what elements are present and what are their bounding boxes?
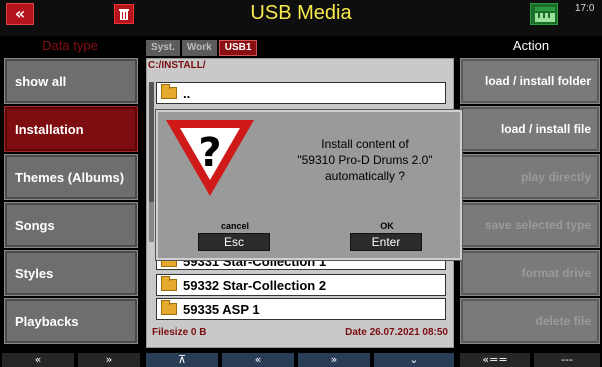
list-item-label: .. — [183, 85, 191, 101]
keyboard-icon — [530, 3, 558, 25]
list-item-label: 59332 Star-Collection 2 — [183, 277, 327, 293]
scroll-top-button[interactable]: ⊼ — [146, 353, 218, 367]
data-type-show-all[interactable]: show all — [4, 58, 138, 104]
warning-icon: ? — [166, 120, 254, 196]
list-item[interactable]: 59332 Star-Collection 2 — [156, 274, 446, 296]
data-type-styles[interactable]: Styles — [4, 250, 138, 296]
data-type-installation[interactable]: Installation — [4, 106, 138, 152]
delete-file-button[interactable]: delete file — [460, 298, 600, 344]
ok-label: OK — [380, 221, 394, 231]
data-type-songs[interactable]: Songs — [4, 202, 138, 248]
dialog-line-1: Install content of — [321, 137, 409, 151]
current-path: C:/INSTALL/ — [148, 60, 206, 71]
drive-tabs: Syst. Work USB1 — [146, 40, 258, 56]
folder-icon — [161, 276, 177, 291]
load-install-file-button[interactable]: load / install file — [460, 106, 600, 152]
dialog-line-2: "59310 Pro-D Drums 2.0" — [297, 153, 433, 167]
dialog-message: Install content of "59310 Pro-D Drums 2.… — [270, 136, 460, 184]
scrollbar-thumb[interactable] — [149, 82, 154, 202]
format-drive-button[interactable]: format drive — [460, 250, 600, 296]
dialog-line-3: automatically ? — [324, 169, 406, 183]
cancel-button[interactable]: Esc — [198, 233, 270, 251]
list-item[interactable]: 59335 ASP 1 — [156, 298, 446, 320]
data-type-themes[interactable]: Themes (Albums) — [4, 154, 138, 200]
tab-usb1[interactable]: USB1 — [218, 40, 258, 56]
back-nav-button[interactable]: «== — [460, 353, 530, 367]
tab-syst[interactable]: Syst. — [146, 40, 180, 56]
window-title: USB Media — [250, 2, 352, 24]
svg-text:?: ? — [198, 130, 221, 176]
page-up-left-button[interactable]: « — [2, 353, 74, 367]
left-header: Data type — [42, 38, 98, 53]
load-install-folder-button[interactable]: load / install folder — [460, 58, 600, 104]
disabled-nav-button[interactable]: --- — [534, 353, 600, 367]
page-down-left-button[interactable]: » — [78, 353, 140, 367]
page-up-button[interactable]: « — [222, 353, 294, 367]
play-directly-button[interactable]: play directly — [460, 154, 600, 200]
right-header: Action — [512, 38, 550, 53]
date-label: Date 26.07.2021 08:50 — [345, 326, 448, 338]
folder-icon — [161, 300, 177, 315]
list-item-parent[interactable]: .. — [156, 82, 446, 104]
file-info-bar: Filesize 0 B Date 26.07.2021 08:50 — [146, 318, 454, 346]
open-folder-icon — [161, 84, 177, 99]
tab-work[interactable]: Work — [181, 40, 217, 56]
filesize-label: Filesize 0 B — [152, 326, 207, 338]
save-selected-type-button[interactable]: save selected type — [460, 202, 600, 248]
list-item-label: 59335 ASP 1 — [183, 301, 260, 317]
page-down-button[interactable]: » — [298, 353, 370, 367]
cancel-label: cancel — [220, 221, 250, 231]
clock: 17:0 — [575, 3, 595, 14]
ok-button[interactable]: Enter — [350, 233, 422, 251]
data-type-playbacks[interactable]: Playbacks — [4, 298, 138, 344]
scroll-down-button[interactable]: ⌄ — [374, 353, 454, 367]
